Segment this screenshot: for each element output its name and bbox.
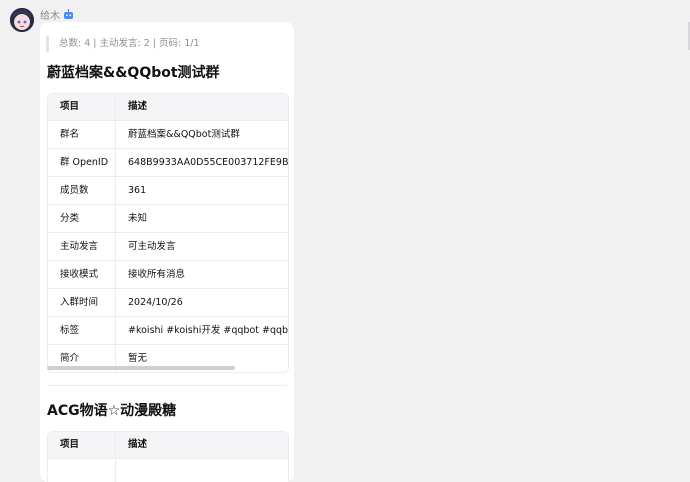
table-header: 项目 描述 xyxy=(48,432,288,459)
header-value: 描述 xyxy=(128,101,148,112)
table-row: 分类 未知 xyxy=(48,205,288,233)
row-value xyxy=(116,459,288,482)
table-header: 项目 描述 xyxy=(48,94,288,121)
header-key: 项目 xyxy=(48,94,116,120)
message-bubble: 总数: 4 | 主动发言: 2 | 页码: 1/1 蔚蓝档案&&QQbot测试群… xyxy=(40,22,294,482)
row-value: 未知 xyxy=(128,213,148,224)
row-value: 361 xyxy=(128,185,147,196)
group-divider xyxy=(47,385,287,386)
table-row: 主动发言 可主动发言 xyxy=(48,233,288,261)
header-key: 项目 xyxy=(48,432,116,458)
table-row: 标签 #koishi #koishi开发 #qqbot #qqbot开 xyxy=(48,317,288,345)
header-value: 描述 xyxy=(128,439,148,450)
row-key: 主动发言 xyxy=(48,233,116,260)
row-value: 648B9933AA0D55CE003712FE9B23C0 xyxy=(128,157,288,168)
sender-line: 给木 xyxy=(40,7,74,22)
group-info-table: 项目 描述 群名 蔚蓝档案&&QQbot测试群 群 OpenID 648B993… xyxy=(47,93,289,373)
table-horizontal-scrollbar[interactable] xyxy=(47,366,235,370)
group-info-table: 项目 描述 xyxy=(47,431,289,482)
sender-avatar[interactable] xyxy=(10,8,34,32)
row-value: #koishi #koishi开发 #qqbot #qqbot开 xyxy=(128,325,288,336)
row-key: 群名 xyxy=(48,121,116,148)
bot-icon xyxy=(63,8,74,20)
row-value: 接收所有消息 xyxy=(128,269,186,280)
row-value: 可主动发言 xyxy=(128,241,176,252)
row-key: 接收模式 xyxy=(48,261,116,288)
row-value: 蔚蓝档案&&QQbot测试群 xyxy=(128,129,240,140)
row-key: 入群时间 xyxy=(48,289,116,316)
row-value: 2024/10/26 xyxy=(128,297,183,308)
table-row: 群名 蔚蓝档案&&QQbot测试群 xyxy=(48,121,288,149)
table-row: 群 OpenID 648B9933AA0D55CE003712FE9B23C0 xyxy=(48,149,288,177)
table-row: 接收模式 接收所有消息 xyxy=(48,261,288,289)
row-key: 成员数 xyxy=(48,177,116,204)
sender-name[interactable]: 给木 xyxy=(40,7,60,22)
group-title: 蔚蓝档案&&QQbot测试群 xyxy=(47,65,220,81)
row-key: 分类 xyxy=(48,205,116,232)
row-key: 标签 xyxy=(48,317,116,344)
summary-meta: 总数: 4 | 主动发言: 2 | 页码: 1/1 xyxy=(46,36,200,52)
table-row: 入群时间 2024/10/26 xyxy=(48,289,288,317)
row-key: 群 OpenID xyxy=(48,149,116,176)
group-title: ACG物语☆动漫殿糖 xyxy=(47,403,177,419)
table-row: 成员数 361 xyxy=(48,177,288,205)
row-key xyxy=(48,459,116,482)
table-row xyxy=(48,459,288,482)
